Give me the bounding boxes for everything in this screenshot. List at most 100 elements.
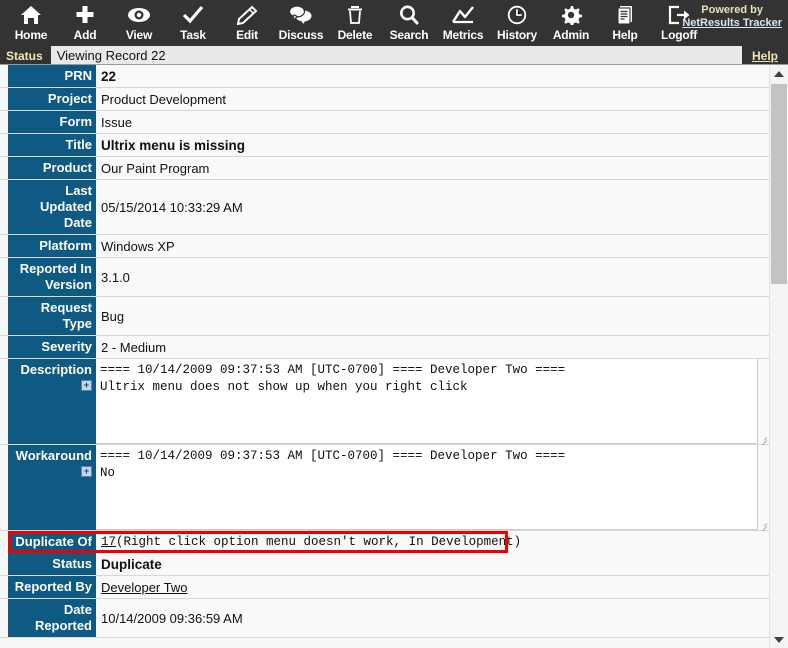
field-value-severity: 2 - Medium — [101, 339, 167, 355]
clock-icon — [506, 4, 528, 26]
field-value-status: Duplicate — [101, 556, 162, 572]
expand-description-button[interactable]: + — [81, 380, 92, 391]
field-value-form: Issue — [101, 114, 133, 130]
field-value-workaround: ==== 10/14/2009 09:37:53 AM [UTC-0700] =… — [96, 445, 769, 532]
description-resize-grip[interactable] — [758, 433, 768, 446]
row-gutter — [0, 157, 8, 179]
trash-icon — [344, 4, 366, 26]
field-value-title: Ultrix menu is missing — [101, 137, 246, 153]
scroll-down-arrow-icon[interactable] — [770, 631, 788, 648]
duplicate-of-record-link[interactable]: 17 — [101, 535, 116, 549]
field-row-workaround: Workaround + ==== 10/14/2009 09:37:53 AM… — [0, 445, 769, 532]
toolbar-button-delete[interactable]: Delete — [328, 0, 382, 46]
toolbar-button-metrics[interactable]: Metrics — [436, 0, 490, 46]
toolbar-label-help: Help — [612, 28, 638, 42]
field-row-reported-by: Reported By Developer Two — [0, 576, 769, 599]
toolbar-button-task[interactable]: Task — [166, 0, 220, 46]
eye-icon — [127, 4, 151, 26]
field-row-reported-in-version: Reported In Version 3.1.0 — [0, 258, 769, 297]
row-gutter — [0, 531, 8, 553]
magnifier-icon — [398, 4, 420, 26]
field-label-status: Status — [8, 553, 96, 575]
expand-workaround-button[interactable]: + — [81, 466, 92, 477]
toolbar-button-edit[interactable]: Edit — [220, 0, 274, 46]
field-label-workaround-text: Workaround — [15, 448, 92, 463]
row-gutter — [0, 180, 8, 234]
field-label-reported-by: Reported By — [8, 576, 96, 598]
plus-icon — [74, 4, 96, 26]
workaround-resize-grip[interactable] — [758, 519, 768, 532]
field-label-last-updated-date: Last Updated Date — [8, 180, 96, 234]
row-gutter — [0, 297, 8, 335]
row-gutter — [0, 65, 8, 87]
toolbar-button-help[interactable]: Help — [598, 0, 652, 46]
netresults-tracker-link[interactable]: NetResults Tracker — [682, 17, 782, 30]
toolbar-label-home: Home — [14, 28, 48, 42]
powered-by-branding: Powered by NetResults Tracker — [682, 4, 782, 30]
field-row-severity: Severity 2 - Medium — [0, 336, 769, 359]
field-row-prn: PRN 22 — [0, 65, 769, 88]
scrollbar-track[interactable] — [770, 82, 788, 631]
document-icon — [614, 4, 636, 26]
workaround-textarea[interactable]: ==== 10/14/2009 09:37:53 AM [UTC-0700] =… — [96, 445, 758, 530]
field-label-request-type: Request Type — [8, 297, 96, 335]
row-gutter — [0, 359, 8, 444]
field-row-product: Product Our Paint Program — [0, 157, 769, 180]
field-label-reported-in-version: Reported In Version — [8, 258, 96, 296]
field-row-last-updated-date: Last Updated Date 05/15/2014 10:33:29 AM — [0, 180, 769, 235]
home-icon — [20, 4, 42, 26]
field-label-workaround: Workaround + — [8, 445, 96, 530]
status-bar: Status Viewing Record 22 Help — [0, 46, 788, 65]
field-label-date-reported: Date Reported — [8, 599, 96, 637]
field-value-product: Our Paint Program — [101, 160, 210, 176]
field-value-prn: 22 — [101, 68, 117, 84]
toolbar-label-delete: Delete — [337, 28, 373, 42]
row-gutter — [0, 258, 8, 296]
status-bar-help-link[interactable]: Help — [741, 46, 788, 64]
duplicate-of-detail-text: (Right click option menu doesn't work, I… — [116, 535, 522, 549]
row-gutter — [0, 599, 8, 637]
record-detail-form: PRN 22 Project Product Development Form … — [0, 65, 769, 648]
powered-by-text: Powered by — [701, 4, 764, 16]
reported-by-user-link[interactable]: Developer Two — [101, 580, 187, 595]
row-gutter — [0, 336, 8, 358]
toolbar-button-add[interactable]: Add — [58, 0, 112, 46]
toolbar-button-search[interactable]: Search — [382, 0, 436, 46]
field-value-last-updated-date: 05/15/2014 10:33:29 AM — [101, 199, 243, 215]
field-value-request-type: Bug — [101, 308, 125, 324]
field-row-title: Title Ultrix menu is missing — [0, 134, 769, 157]
field-value-duplicate-of: 17 (Right click option menu doesn't work… — [96, 531, 769, 553]
toolbar-button-admin[interactable]: Admin — [544, 0, 598, 46]
field-label-project: Project — [8, 88, 96, 110]
description-textarea[interactable]: ==== 10/14/2009 09:37:53 AM [UTC-0700] =… — [96, 359, 758, 444]
row-gutter — [0, 235, 8, 257]
row-gutter — [0, 111, 8, 133]
row-gutter — [0, 88, 8, 110]
field-value-reported-by: Developer Two — [96, 576, 769, 598]
toolbar-button-discuss[interactable]: Discuss — [274, 0, 328, 46]
vertical-scrollbar[interactable] — [769, 65, 788, 648]
toolbar-button-history[interactable]: History — [490, 0, 544, 46]
gear-icon — [560, 4, 582, 26]
toolbar-button-home[interactable]: Home — [4, 0, 58, 46]
field-label-severity: Severity — [8, 336, 96, 358]
field-value-description: ==== 10/14/2009 09:37:53 AM [UTC-0700] =… — [96, 359, 769, 446]
toolbar-label-edit: Edit — [236, 28, 258, 42]
scroll-up-arrow-icon[interactable] — [770, 65, 788, 82]
toolbar-label-metrics: Metrics — [442, 28, 484, 42]
chat-bubbles-icon — [289, 4, 313, 26]
field-label-title: Title — [8, 134, 96, 156]
toolbar-label-task: Task — [180, 28, 206, 42]
toolbar-button-view[interactable]: View — [112, 0, 166, 46]
field-label-description-text: Description — [20, 362, 92, 377]
toolbar-label-add: Add — [73, 28, 97, 42]
field-label-duplicate-of: Duplicate Of — [8, 531, 96, 553]
field-value-platform: Windows XP — [101, 238, 175, 254]
toolbar-label-history: History — [497, 28, 537, 42]
chart-line-icon — [451, 4, 475, 26]
check-icon — [182, 4, 204, 26]
row-gutter — [0, 445, 8, 530]
field-row-status: Status Duplicate — [0, 553, 769, 576]
field-row-duplicate-of: Duplicate Of 17 (Right click option menu… — [0, 531, 769, 553]
scrollbar-thumb[interactable] — [771, 84, 787, 284]
